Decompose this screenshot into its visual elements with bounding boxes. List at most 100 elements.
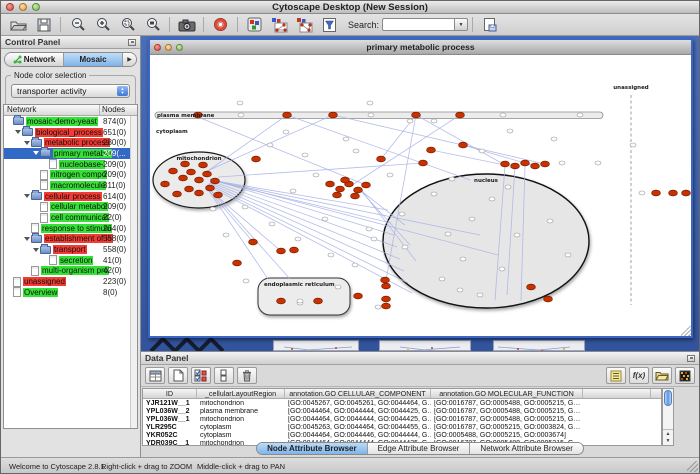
tree-scrollbar[interactable]: [130, 116, 137, 428]
tab-network[interactable]: Network: [5, 53, 64, 66]
tree-row[interactable]: cellular metabol209(0): [4, 202, 137, 213]
gene-node-highlighted[interactable]: [362, 182, 371, 188]
gene-node-highlighted[interactable]: [382, 296, 391, 302]
gene-node[interactable]: [328, 253, 334, 257]
disclosure-triangle-icon[interactable]: [33, 151, 40, 155]
gene-node-highlighted[interactable]: [277, 298, 286, 304]
table-cell[interactable]: YLR295C: [143, 424, 197, 431]
table-cell[interactable]: [GO:0044464, GO:0044444, GO:0044425, G…: [285, 408, 431, 415]
table-cell[interactable]: [GO:0016787, GO:0005488, GO:0005215, G…: [431, 408, 583, 415]
select-attributes-button[interactable]: [191, 367, 211, 384]
gene-node-highlighted[interactable]: [382, 283, 391, 289]
gene-node[interactable]: [547, 219, 553, 223]
zoom-fit-button[interactable]: [140, 15, 165, 34]
gene-node-highlighted[interactable]: [326, 181, 335, 187]
gene-node[interactable]: [457, 288, 463, 292]
tree-row[interactable]: metabolic process280(0): [4, 137, 137, 148]
gene-node-highlighted[interactable]: [456, 112, 465, 118]
table-cell[interactable]: [GO:0045267, GO:0045261, GO:0044464, G…: [285, 400, 431, 407]
gene-node-highlighted[interactable]: [351, 193, 360, 199]
tree-row[interactable]: response to stimulu264(0): [4, 223, 137, 234]
gene-node-highlighted[interactable]: [179, 175, 188, 181]
tree-row[interactable]: nucleobase-209(0): [4, 159, 137, 170]
tree-row[interactable]: cellular process614(0): [4, 191, 137, 202]
gene-node[interactable]: [479, 149, 485, 153]
unselect-attributes-button[interactable]: [214, 367, 234, 384]
delete-attribute-button[interactable]: [237, 367, 257, 384]
tree-row[interactable]: biological_process651(0): [4, 127, 137, 138]
edge[interactable]: [333, 115, 545, 164]
tree-row[interactable]: secretion41(0): [4, 255, 137, 266]
zoom-selected-button[interactable]: [115, 15, 140, 34]
float-panel-icon[interactable]: [687, 355, 695, 362]
gene-node-highlighted[interactable]: [652, 190, 661, 196]
gene-node[interactable]: [477, 293, 483, 297]
table-row[interactable]: YPL036W__2plasma membrane[GO:0044464, GO…: [143, 407, 661, 415]
tree-row[interactable]: nitrogen compo209(0): [4, 169, 137, 180]
gene-node-highlighted[interactable]: [381, 277, 390, 283]
gene-node-highlighted[interactable]: [544, 296, 553, 302]
gene-node[interactable]: [353, 149, 359, 153]
gene-node[interactable]: [431, 192, 437, 196]
column-header[interactable]: _cellularLayoutRegion: [197, 389, 285, 398]
snapshot-button[interactable]: [174, 15, 199, 34]
table-cell[interactable]: [GO:0045263, GO:0044464, GO:0044455, G…: [285, 424, 431, 431]
gene-node-highlighted[interactable]: [195, 190, 204, 196]
save-session-button[interactable]: [31, 15, 56, 34]
new-attribute-button[interactable]: [168, 367, 188, 384]
gene-node-highlighted[interactable]: [341, 177, 350, 183]
table-cell[interactable]: [GO:0005488, GO:0005215, GO:0003674]: [431, 432, 583, 439]
filter-button[interactable]: [317, 15, 342, 34]
open-session-button[interactable]: [6, 15, 31, 34]
gene-node[interactable]: [290, 189, 296, 193]
column-header[interactable]: annotation.GO MOLECULAR_FUNCTION: [431, 389, 583, 398]
gene-node[interactable]: [267, 143, 273, 147]
scrollbar-thumb[interactable]: [664, 390, 672, 406]
gene-node-highlighted[interactable]: [354, 187, 363, 193]
table-cell[interactable]: [GO:0044464, GO:0044446, GO:0044444, G…: [285, 432, 431, 439]
gene-node-highlighted[interactable]: [459, 142, 468, 148]
layout-button-1[interactable]: [267, 15, 292, 34]
save-session-file-button[interactable]: [477, 15, 502, 34]
tree-row[interactable]: Overview8(0): [4, 287, 137, 298]
tree-row[interactable]: unassigned223(0): [4, 276, 137, 287]
table-cell[interactable]: YPL036W__2: [143, 408, 197, 415]
gene-node-highlighted[interactable]: [314, 298, 323, 304]
gene-node[interactable]: [237, 101, 243, 105]
region-plasma-membrane[interactable]: [155, 112, 603, 119]
gene-node[interactable]: [238, 113, 244, 117]
gene-node-highlighted[interactable]: [173, 191, 182, 197]
edge[interactable]: [210, 182, 400, 259]
gene-node[interactable]: [322, 217, 328, 221]
table-cell[interactable]: mitochondrion: [197, 400, 285, 407]
table-cell[interactable]: plasma membrane: [197, 408, 285, 415]
gene-node[interactable]: [639, 191, 645, 195]
tree-row[interactable]: establishment of lo558(0): [4, 234, 137, 245]
search-input[interactable]: [382, 18, 454, 31]
gene-node[interactable]: [551, 137, 557, 141]
table-row[interactable]: YKR052Ccytoplasm[GO:0044464, GO:0044446,…: [143, 431, 661, 439]
gene-node[interactable]: [630, 143, 636, 147]
gene-node-highlighted[interactable]: [252, 156, 261, 162]
gene-node[interactable]: [595, 161, 601, 165]
gene-node[interactable]: [302, 153, 308, 157]
gene-node[interactable]: [500, 113, 506, 117]
attribute-table-button[interactable]: [145, 367, 165, 384]
attribute-formula-button[interactable]: f(x): [629, 367, 649, 384]
gene-node[interactable]: [449, 177, 455, 181]
frame-resize-grip[interactable]: [681, 326, 691, 336]
gene-node-highlighted[interactable]: [185, 186, 194, 192]
gene-node-highlighted[interactable]: [377, 156, 386, 162]
table-row[interactable]: YJR121W__1mitochondrion[GO:0045267, GO:0…: [143, 399, 661, 407]
gene-node[interactable]: [375, 305, 381, 309]
gene-node-highlighted[interactable]: [333, 192, 342, 198]
table-cell[interactable]: cytoplasm: [197, 424, 285, 431]
column-header[interactable]: annotation.GO CELLULAR_COMPONENT: [285, 389, 431, 398]
table-cell[interactable]: cytoplasm: [197, 432, 285, 439]
gene-node-highlighted[interactable]: [412, 112, 421, 118]
gene-node-highlighted[interactable]: [233, 260, 242, 266]
help-button[interactable]: [208, 15, 233, 34]
gene-node-highlighted[interactable]: [283, 112, 292, 118]
tree-row[interactable]: primary metabol209(...: [4, 148, 137, 159]
table-cell[interactable]: mitochondrion: [197, 416, 285, 423]
